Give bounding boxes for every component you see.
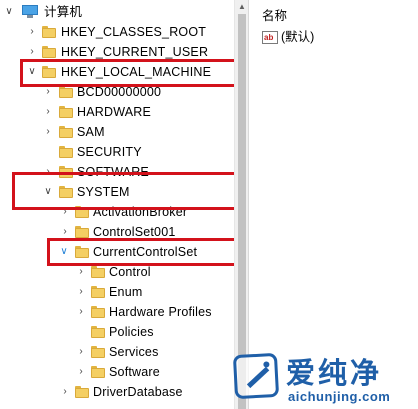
tree-node-label: SAM [77,125,105,139]
tree-node-label: Hardware Profiles [109,305,212,319]
watermark-logo-icon [232,352,280,400]
chevron-right-icon[interactable]: › [75,302,87,322]
registry-tree: ∨ 计算机 › HKEY_CLASSES_ROOT › HKEY_CURRENT… [0,0,234,409]
value-name-label: (默认) [281,30,315,44]
folder-icon [59,86,73,98]
tree-node-label: 计算机 [44,5,83,19]
folder-icon [75,226,89,238]
column-header-name[interactable]: 名称 [262,6,287,26]
scroll-up-arrow-icon[interactable]: ▲ [235,0,249,14]
tree-node-label: HKEY_CLASSES_ROOT [61,25,207,39]
values-pane: 名称 ab (默认) [253,0,418,409]
chevron-down-icon[interactable]: ∨ [3,2,15,22]
folder-icon [42,26,56,38]
chevron-right-icon[interactable]: › [59,382,71,402]
string-value-icon: ab [262,31,278,44]
chevron-right-icon[interactable]: › [42,102,54,122]
value-row-default[interactable]: ab (默认) [253,27,413,47]
tree-node-label: Policies [109,325,154,339]
tree-scrollbar[interactable]: ▲ [234,0,249,409]
folder-icon [59,146,73,158]
folder-icon [59,126,73,138]
tree-node-label: Enum [109,285,143,299]
tree-node-label: Software [109,365,160,379]
highlight-box-system [12,172,234,210]
folder-icon [91,286,105,298]
folder-icon [91,266,105,278]
tree-node-label: HARDWARE [77,105,152,119]
chevron-right-icon[interactable]: › [75,362,87,382]
tree-node-label: SECURITY [77,145,142,159]
folder-icon [91,366,105,378]
highlight-box-hkey-local-machine [20,59,234,87]
computer-icon [22,5,38,18]
folder-icon [42,46,56,58]
highlight-box-current-control-set [47,238,234,266]
folder-icon [75,386,89,398]
chevron-right-icon[interactable]: › [75,282,87,302]
folder-icon [59,106,73,118]
watermark-chinese-text: 爱纯净 [286,356,383,390]
watermark-url-text: aichunjing.com [288,389,391,404]
watermark: 爱纯净 aichunjing.com [228,350,418,409]
tree-node-label: Services [109,345,159,359]
chevron-right-icon[interactable]: › [42,122,54,142]
folder-icon [91,346,105,358]
chevron-right-icon[interactable]: › [75,342,87,362]
folder-icon [91,306,105,318]
tree-node-label: DriverDatabase [93,385,183,399]
column-header-label: 名称 [262,9,288,23]
chevron-right-icon[interactable]: › [26,22,38,42]
folder-icon [91,326,105,338]
